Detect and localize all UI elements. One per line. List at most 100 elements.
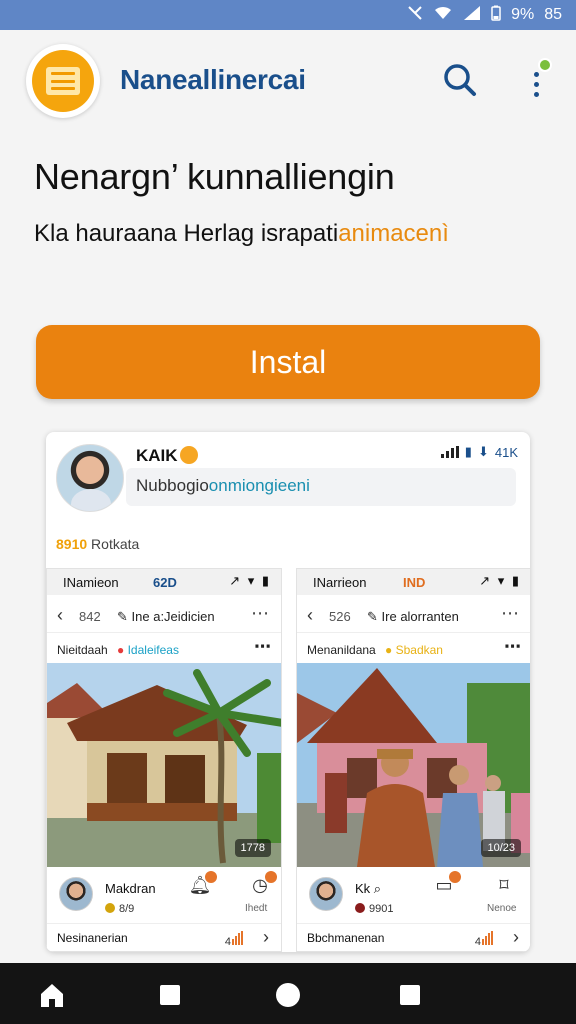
search-icon [444,64,476,96]
home-button[interactable] [38,981,66,1009]
notification-dot [205,871,217,883]
author-name: Makdran [105,881,156,896]
screen-status-title: INamieon [63,575,119,590]
profile-subtitle-accent: onmiongieeni [208,476,310,495]
star-icon: ● [385,643,393,657]
level-text: 4 [224,936,231,948]
overview-button[interactable] [396,981,424,1009]
screen-status-bar: INamieon 62D ↗ ▾ ▮ [47,569,281,595]
post-footer-bar[interactable]: Bbchmanenan 4 › [297,923,530,951]
profile-subtitle: Nubbogioonmiongieeni [136,476,310,496]
chevron-right-icon[interactable]: › [513,927,519,948]
screenshot-right[interactable]: INarrieon IND ↗ ▾ ▮ ‹ 526 ✎ Ire alorrant… [296,568,530,952]
edit-icon: ✎ [117,609,128,624]
screen-status-title: INarrieon [313,575,367,590]
battery-icon: ▮ [464,444,472,459]
recents-button[interactable] [156,981,184,1009]
more-icon[interactable]: ⋯ [254,637,271,657]
app-logo [26,44,100,118]
post-footer-bar[interactable]: Nesinanerian 4 › [47,923,281,951]
back-icon[interactable]: ‹ [57,605,63,626]
screen-status-bar: INarrieon IND ↗ ▾ ▮ [297,569,530,595]
coin-icon [355,903,365,913]
signal-icon [440,446,459,458]
subtitle-text: Kla hauraana Herlag israpati [34,220,339,247]
meta-text: Rotkata [91,536,140,552]
launcher-button[interactable] [274,981,302,1009]
post-author: Menanildana [307,643,376,657]
battery-level: 9% [511,6,535,23]
nav-title: ✎ Ire alorranten [367,609,459,625]
status-bar: 9% 85 [0,0,576,30]
author-name: Kk ⌕ [355,881,381,897]
nav-title: ✎ Ine a:Jeidicien [117,609,215,625]
coin-icon [105,903,115,913]
profile-subtitle-main: Nubbogio [136,476,209,495]
author-meta-text: 8/9 [119,903,135,915]
install-button[interactable]: Instal [36,325,540,399]
profile-meta: 8910 Rotkata [56,536,139,552]
page-subtitle: Kla hauraana Herlag israpatianimacenì [34,220,449,248]
document-icon [32,50,94,112]
author-meta: 9901 [355,903,393,915]
square-icon [160,985,180,1005]
level-text: 4 [474,936,481,948]
avatar [56,444,124,512]
bell-icon[interactable]: 🔔︎ [187,871,217,901]
footer-text: Nesinanerian [57,931,128,945]
profile-name: KAIK [136,446,198,466]
notification-dot [449,871,461,883]
timer-icon[interactable]: ◷ [247,871,277,901]
chat-icon[interactable]: ▭ [431,871,461,901]
notification-dot [538,58,552,72]
search-button[interactable] [440,60,480,100]
emoji-icon [179,446,198,464]
screen-nav: ‹ 526 ✎ Ire alorranten ⋯ [297,599,530,633]
nav-count: 842 [79,609,101,624]
chevron-right-icon[interactable]: › [263,927,269,948]
circle-icon [276,983,300,1007]
post-tag: ● Idaleifeas [117,643,179,657]
post-footer: Kk ⌕ 9901 ▭ ⌑ Nenoe Bbchmanenan 4 › [297,867,530,951]
nav-count: 526 [329,609,351,624]
download-icon: ⬇ [477,444,489,459]
app-name: Naneallinercai [120,64,306,95]
app-preview: KAIK ▮ ⬇ 41K Nubbogioonmiongieeni 8910 R… [46,432,530,952]
back-icon[interactable]: ‹ [307,605,313,626]
post-tag-text: Sbadkan [395,643,443,657]
home-icon [41,984,63,1007]
author-meta: 8/9 [105,903,134,915]
footer-text: Bbchmanenan [307,931,385,945]
screen-status-code: IND [403,575,426,590]
overflow-menu-button[interactable] [522,58,552,102]
page-title: Nenargn’ kunnalliengin [34,156,395,197]
more-icon[interactable]: ⋯ [251,603,269,624]
no-signal-icon [407,5,423,25]
level-indicator: 4 [225,931,243,948]
square-icon [400,985,420,1005]
app-header: Naneallinercai [0,30,576,130]
more-icon[interactable]: ⋯ [501,603,519,624]
avatar [59,877,93,911]
meta-number: 8910 [56,536,88,552]
post-header: Menanildana ● Sbadkan ⋯ [297,635,530,663]
signal-icon [463,5,481,25]
profile-subtitle-box: Nubbogioonmiongieeni [126,468,516,506]
post-tag-text: Idaleifeas [127,643,179,657]
post-photo[interactable]: 1778 [47,663,281,867]
screenshot-left[interactable]: INamieon 62D ↗ ▾ ▮ ‹ 842 ✎ Ine a:Jeidici… [46,568,282,952]
post-photo[interactable]: 10/23 [297,663,530,867]
screen-status-code: 62D [153,575,177,590]
photo-counter: 1778 [234,839,271,857]
bookmark-icon[interactable]: ⌑ [491,875,517,901]
level-indicator: 4 [475,931,493,948]
profile-name-text: KAIK [136,446,178,465]
battery-icon [491,5,501,25]
clock: 85 [544,6,562,23]
author-meta-text: 9901 [369,903,394,915]
author-name-text: Kk [355,881,371,896]
more-icon[interactable]: ⋯ [504,637,521,657]
search-icon[interactable]: ⌕ [374,881,381,896]
system-nav-bar [0,963,576,1024]
wifi-icon [433,5,453,25]
